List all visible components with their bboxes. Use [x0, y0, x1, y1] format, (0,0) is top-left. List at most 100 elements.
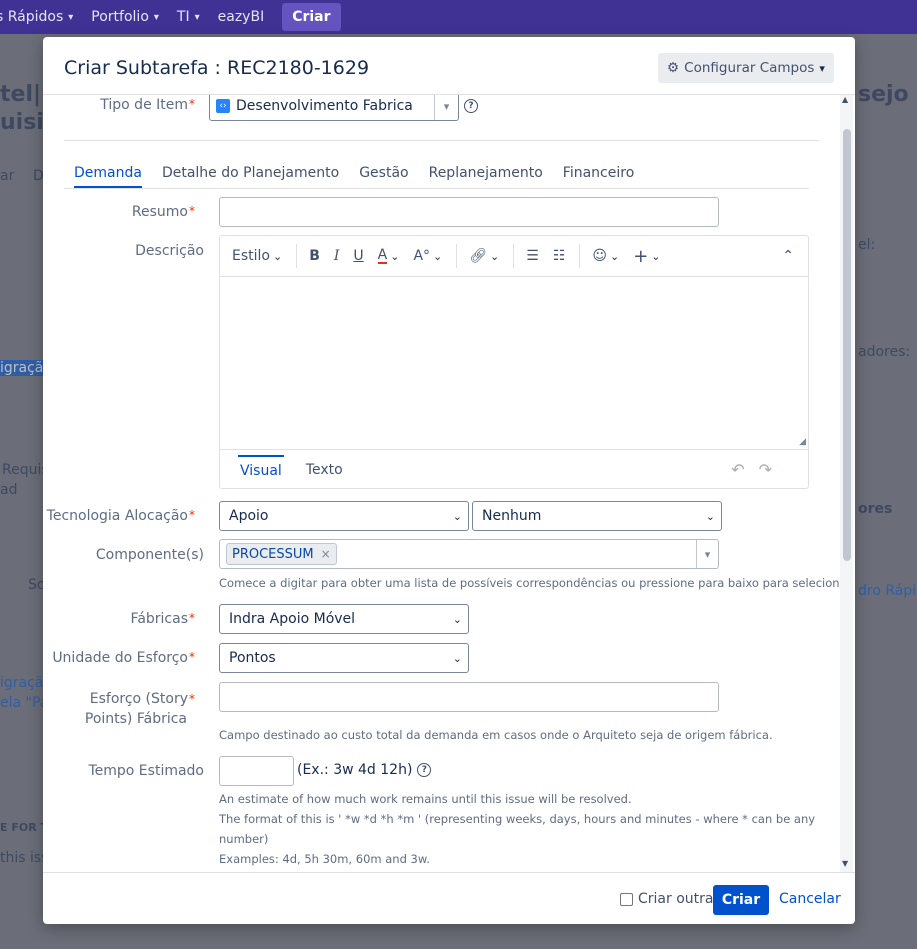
chevron-down-icon: ⌄	[452, 612, 462, 626]
descricao-label: Descrição	[135, 243, 204, 259]
nav-create-button[interactable]: Criar	[282, 3, 341, 31]
issue-type-select[interactable]: ‹› Desenvolvimento Fabrica ▾	[209, 95, 459, 121]
tecnologia-select[interactable]: Apoio ⌄	[219, 501, 469, 531]
tab-detalhe-planejamento[interactable]: Detalhe do Planejamento	[162, 165, 339, 188]
resumo-label: Resumo*	[131, 204, 195, 220]
nav-quick-links[interactable]: s Rápidos ▾	[0, 9, 73, 25]
tempo-label: Tempo Estimado	[88, 763, 204, 779]
chevron-down-icon: ▾	[194, 11, 200, 23]
tab-demanda[interactable]: Demanda	[74, 165, 142, 188]
dialog-footer: Criar outra Criar Cancelar	[43, 872, 855, 924]
resize-handle-icon[interactable]: ◢	[799, 437, 806, 447]
help-icon[interactable]: ?	[464, 99, 478, 113]
bg-fragment: el:	[858, 237, 876, 253]
help-icon[interactable]: ?	[417, 763, 432, 777]
bg-fragment: E FOR T	[0, 821, 49, 834]
fabricas-label: Fábricas*	[130, 611, 195, 627]
dialog-title: Criar Subtarefa : REC2180-1629	[64, 57, 370, 79]
chevron-down-icon[interactable]: ▾	[696, 540, 718, 568]
create-another-label: Criar outra	[638, 891, 714, 907]
scroll-up-icon[interactable]: ▲	[842, 95, 848, 104]
style-dropdown[interactable]: Estilo ⌄	[232, 248, 282, 264]
configure-fields-button[interactable]: ⚙ Configurar Campos ▾	[658, 53, 834, 83]
bg-fragment: Requis	[2, 462, 49, 478]
chevron-down-icon: ⌄	[705, 509, 715, 523]
remove-chip-icon[interactable]: ×	[321, 547, 331, 561]
nav-ti[interactable]: TI ▾	[177, 9, 200, 25]
tab-financeiro[interactable]: Financeiro	[563, 165, 634, 188]
emoji-icon[interactable]: ☺ ⌄	[592, 248, 619, 264]
cancel-link[interactable]: Cancelar	[779, 891, 841, 907]
unidade-select[interactable]: Pontos ⌄	[219, 643, 469, 673]
editor-text-area[interactable]: ◢	[220, 277, 808, 449]
resumo-input[interactable]	[219, 197, 719, 227]
component-chip: PROCESSUM ×	[226, 543, 337, 565]
tecnologia-label: Tecnologia Alocação*	[46, 508, 195, 524]
editor-mode-tabs: Visual Texto ↶↷	[220, 449, 808, 489]
chevron-down-icon: ▾	[68, 11, 74, 23]
componentes-multiselect[interactable]: PROCESSUM × ▾	[219, 539, 719, 569]
tempo-help-line1: An estimate of how much work remains unt…	[219, 792, 632, 806]
bg-fragment: ela "Pa	[0, 695, 49, 711]
bg-fragment: dro Rápid	[858, 583, 917, 599]
dialog-header: Criar Subtarefa : REC2180-1629 ⚙ Configu…	[43, 37, 855, 95]
componentes-help: Comece a digitar para obter uma lista de…	[219, 576, 854, 590]
tempo-help-line2: The format of this is ' *w *d *h *m ' (r…	[219, 812, 816, 826]
issue-type-label: Tipo de Item*	[100, 97, 195, 113]
tempo-hint: (Ex.: 3w 4d 12h)?	[297, 762, 432, 778]
chevron-down-icon: ▾	[153, 11, 159, 23]
chevron-down-icon: ⌄	[452, 509, 462, 523]
top-navigation: s Rápidos ▾ Portfolio ▾ TI ▾ eazyBI Criar	[0, 0, 917, 34]
collapse-toolbar-icon[interactable]: ⌃	[782, 248, 794, 264]
unidade-label: Unidade do Esforço*	[52, 650, 195, 666]
bg-fragment: this iss	[0, 850, 49, 866]
configure-fields-label: Configurar Campos	[684, 60, 815, 76]
esforco-input[interactable]	[219, 682, 719, 712]
tab-replanejamento[interactable]: Replanejamento	[429, 165, 543, 188]
componentes-label: Componente(s)	[95, 547, 204, 563]
bold-icon[interactable]: B	[309, 248, 320, 264]
dialog-body[interactable]: Tipo de Item* ‹› Desenvolvimento Fabrica…	[43, 95, 855, 872]
field-tabs: Demanda Detalhe do Planejamento Gestão R…	[64, 165, 809, 189]
underline-icon[interactable]: U	[353, 248, 363, 264]
chevron-down-icon[interactable]: ▾	[434, 95, 458, 120]
issue-type-value: Desenvolvimento Fabrica	[236, 98, 413, 114]
bg-fragment: sejo qu	[858, 82, 917, 107]
bg-fragment: ores	[858, 501, 893, 517]
numbered-list-icon[interactable]: ☷	[553, 248, 566, 264]
chevron-down-icon: ⌄	[272, 249, 283, 263]
italic-icon[interactable]: I	[334, 248, 340, 264]
checkbox-box[interactable]	[620, 892, 633, 906]
tecnologia-secondary-select[interactable]: Nenhum ⌄	[472, 501, 722, 531]
create-subtask-dialog: Criar Subtarefa : REC2180-1629 ⚙ Configu…	[43, 37, 855, 924]
tempo-help-line3: number)	[219, 832, 269, 846]
description-editor: Estilo ⌄ B I U A ⌄ A° ⌄ 🔗︎ ⌄ ☰ ☷ ☺ ⌄ + ⌄ ⌃ ◢	[219, 235, 809, 489]
scrollbar-thumb[interactable]	[843, 129, 851, 561]
bg-fragment: adores:	[858, 344, 911, 360]
tempo-help-line4: Examples: 4d, 5h 30m, 60m and 3w.	[219, 852, 430, 866]
undo-redo-icons[interactable]: ↶↷	[731, 460, 786, 479]
fabricas-select[interactable]: Indra Apoio Móvel ⌄	[219, 604, 469, 634]
chevron-down-icon: ▾	[819, 61, 825, 75]
nav-eazybi[interactable]: eazyBI	[218, 9, 265, 25]
esforco-label: Esforço (Story* Points) Fábrica	[84, 691, 195, 727]
text-effects-icon[interactable]: A° ⌄	[413, 248, 442, 264]
editor-toolbar: Estilo ⌄ B I U A ⌄ A° ⌄ 🔗︎ ⌄ ☰ ☷ ☺ ⌄ + ⌄ ⌃	[220, 236, 808, 277]
esforco-help: Campo destinado ao custo total da demand…	[219, 728, 773, 742]
tab-texto[interactable]: Texto	[304, 456, 345, 484]
bg-fragment: ad	[0, 482, 18, 498]
tempo-input[interactable]	[219, 756, 294, 786]
tab-visual[interactable]: Visual	[238, 454, 284, 485]
bullet-list-icon[interactable]: ☰	[526, 248, 539, 264]
insert-more-icon[interactable]: + ⌄	[633, 246, 660, 267]
create-another-checkbox[interactable]: Criar outra	[620, 891, 713, 907]
development-icon: ‹›	[216, 99, 230, 113]
create-button[interactable]: Criar	[713, 885, 769, 915]
tab-gestao[interactable]: Gestão	[359, 165, 408, 188]
gear-icon: ⚙	[667, 60, 680, 76]
chevron-down-icon: ⌄	[452, 651, 462, 665]
scroll-down-icon[interactable]: ▼	[842, 859, 848, 868]
link-icon[interactable]: 🔗︎ ⌄	[469, 248, 499, 264]
text-color-icon[interactable]: A ⌄	[377, 248, 399, 264]
nav-portfolio[interactable]: Portfolio ▾	[91, 9, 159, 25]
